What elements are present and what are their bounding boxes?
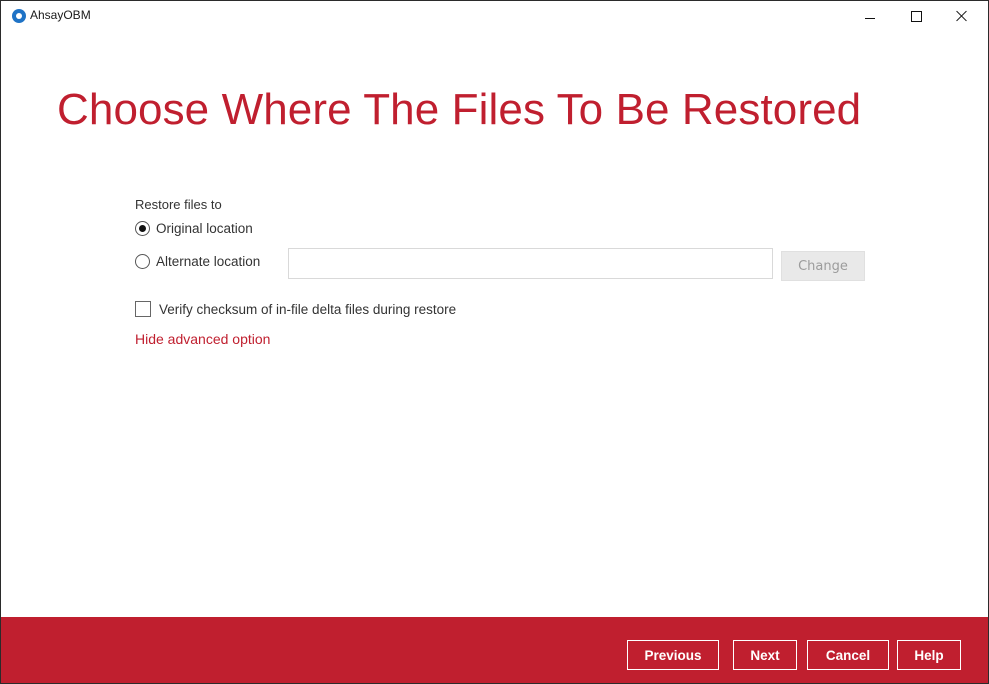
close-icon — [956, 10, 968, 22]
alternate-location-label: Alternate location — [156, 254, 261, 269]
footer-bar: Previous Next Cancel Help — [1, 617, 988, 683]
verify-checksum-label: Verify checksum of in-file delta files d… — [159, 301, 457, 317]
original-location-label: Original location — [156, 221, 253, 236]
ahsayobm-logo-icon — [12, 9, 26, 23]
page-title: Choose Where The Files To Be Restored — [57, 85, 862, 134]
alternate-location-input[interactable] — [288, 248, 773, 279]
verify-checksum-option[interactable]: Verify checksum of in-file delta files d… — [135, 301, 456, 317]
app-window: AhsayOBM Choose Where The Files To Be Re… — [0, 0, 989, 684]
original-location-option[interactable]: Original location — [135, 221, 253, 236]
help-button[interactable]: Help — [897, 640, 961, 670]
change-button[interactable]: Change — [781, 251, 865, 281]
alternate-location-option[interactable]: Alternate location — [135, 254, 260, 269]
hide-advanced-option-link[interactable]: Hide advanced option — [135, 331, 270, 347]
maximize-icon — [910, 10, 922, 22]
original-location-radio[interactable] — [135, 221, 150, 236]
restore-files-to-label: Restore files to — [135, 197, 222, 212]
minimize-button[interactable] — [847, 1, 893, 31]
minimize-icon — [865, 17, 875, 19]
maximize-button[interactable] — [893, 1, 939, 31]
previous-button[interactable]: Previous — [627, 640, 719, 670]
restore-location-form: Restore files to Original location Alter… — [135, 197, 895, 347]
window-title: AhsayOBM — [30, 8, 91, 22]
next-button[interactable]: Next — [733, 640, 797, 670]
close-button[interactable] — [939, 1, 985, 31]
alternate-location-radio[interactable] — [135, 254, 150, 269]
title-bar: AhsayOBM — [1, 1, 988, 31]
verify-checksum-checkbox[interactable] — [135, 301, 151, 317]
cancel-button[interactable]: Cancel — [807, 640, 889, 670]
